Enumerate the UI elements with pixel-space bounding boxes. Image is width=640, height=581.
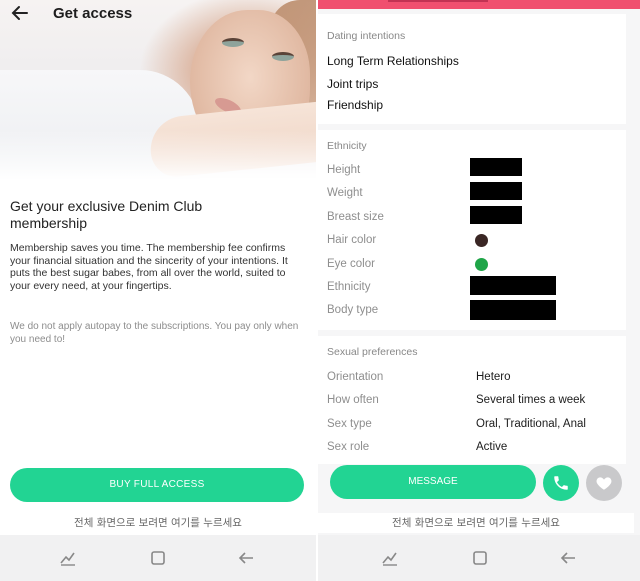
pref-label: Sex type — [327, 418, 372, 430]
dating-intentions-card: Dating intentions Long Term Relationship… — [318, 14, 626, 124]
fullscreen-hint[interactable]: 전체 화면으로 보려면 여기를 누르세요 — [318, 513, 634, 533]
redacted-value — [470, 276, 556, 295]
hair-color-swatch — [475, 234, 488, 247]
section-label: Ethnicity — [327, 140, 367, 152]
autopay-note: We do not apply autopay to the subscript… — [10, 321, 299, 345]
heart-icon — [596, 477, 612, 490]
attr-label: Weight — [327, 187, 363, 199]
pref-label: Sex role — [327, 441, 370, 453]
membership-heading: Get your exclusive Denim Club membership — [10, 198, 203, 231]
favorite-button[interactable] — [586, 465, 622, 501]
fullscreen-hint[interactable]: 전체 화면으로 보려면 여기를 누르세요 — [0, 513, 316, 533]
redacted-value — [470, 300, 556, 320]
section-label: Sexual preferences — [327, 346, 418, 358]
buy-full-access-button[interactable]: BUY FULL ACCESS — [10, 468, 304, 502]
nav-back-icon[interactable] — [556, 546, 580, 570]
redacted-value — [470, 182, 522, 200]
nav-back-icon[interactable] — [234, 546, 258, 570]
photo-eye-right — [272, 52, 294, 61]
intention-item: Long Term Relationships — [327, 54, 459, 68]
phone-icon — [554, 476, 568, 490]
message-button[interactable]: MESSAGE — [330, 465, 536, 499]
app-header: Get access — [0, 0, 316, 28]
redacted-value — [470, 206, 522, 224]
attr-label: Ethnicity — [327, 281, 371, 293]
attr-label: Hair color — [327, 234, 377, 246]
pref-value: Hetero — [476, 371, 511, 383]
home-icon[interactable] — [468, 546, 492, 570]
pref-label: How often — [327, 394, 379, 406]
recents-icon[interactable] — [378, 546, 402, 570]
membership-description: Membership saves you time. The membershi… — [10, 242, 288, 292]
intention-item: Joint trips — [327, 77, 379, 91]
top-accent-bar — [318, 0, 640, 9]
attr-label: Height — [327, 164, 361, 176]
pref-label: Orientation — [327, 371, 384, 383]
photo-eye-left — [222, 38, 244, 47]
call-button[interactable] — [543, 465, 579, 501]
back-arrow-icon[interactable] — [10, 3, 32, 25]
get-access-screen: Get access Get your exclusive Denim Club… — [0, 0, 316, 581]
photo-fade — [0, 130, 316, 180]
recents-icon[interactable] — [56, 546, 80, 570]
attr-label: Body type — [327, 304, 379, 316]
android-navbar — [318, 535, 640, 581]
android-navbar — [0, 535, 316, 581]
attr-label: Eye color — [327, 258, 375, 270]
attr-label: Breast size — [327, 211, 384, 223]
page-title: Get access — [53, 5, 133, 22]
intention-item: Friendship — [327, 98, 384, 112]
sexual-preferences-card: Sexual preferences Orientation Hetero Ho… — [318, 336, 626, 464]
appearance-card: Ethnicity Height Weight Breast size Hair… — [318, 130, 626, 330]
accent-bar-shade — [388, 0, 488, 2]
pref-value: Active — [476, 441, 508, 453]
pref-value: Oral, Traditional, Anal — [476, 418, 586, 430]
eye-color-swatch — [475, 258, 488, 271]
section-label: Dating intentions — [327, 30, 406, 42]
redacted-value — [470, 158, 522, 176]
profile-screen: Dating intentions Long Term Relationship… — [318, 0, 640, 581]
pref-value: Several times a week — [476, 394, 586, 406]
home-icon[interactable] — [146, 546, 170, 570]
